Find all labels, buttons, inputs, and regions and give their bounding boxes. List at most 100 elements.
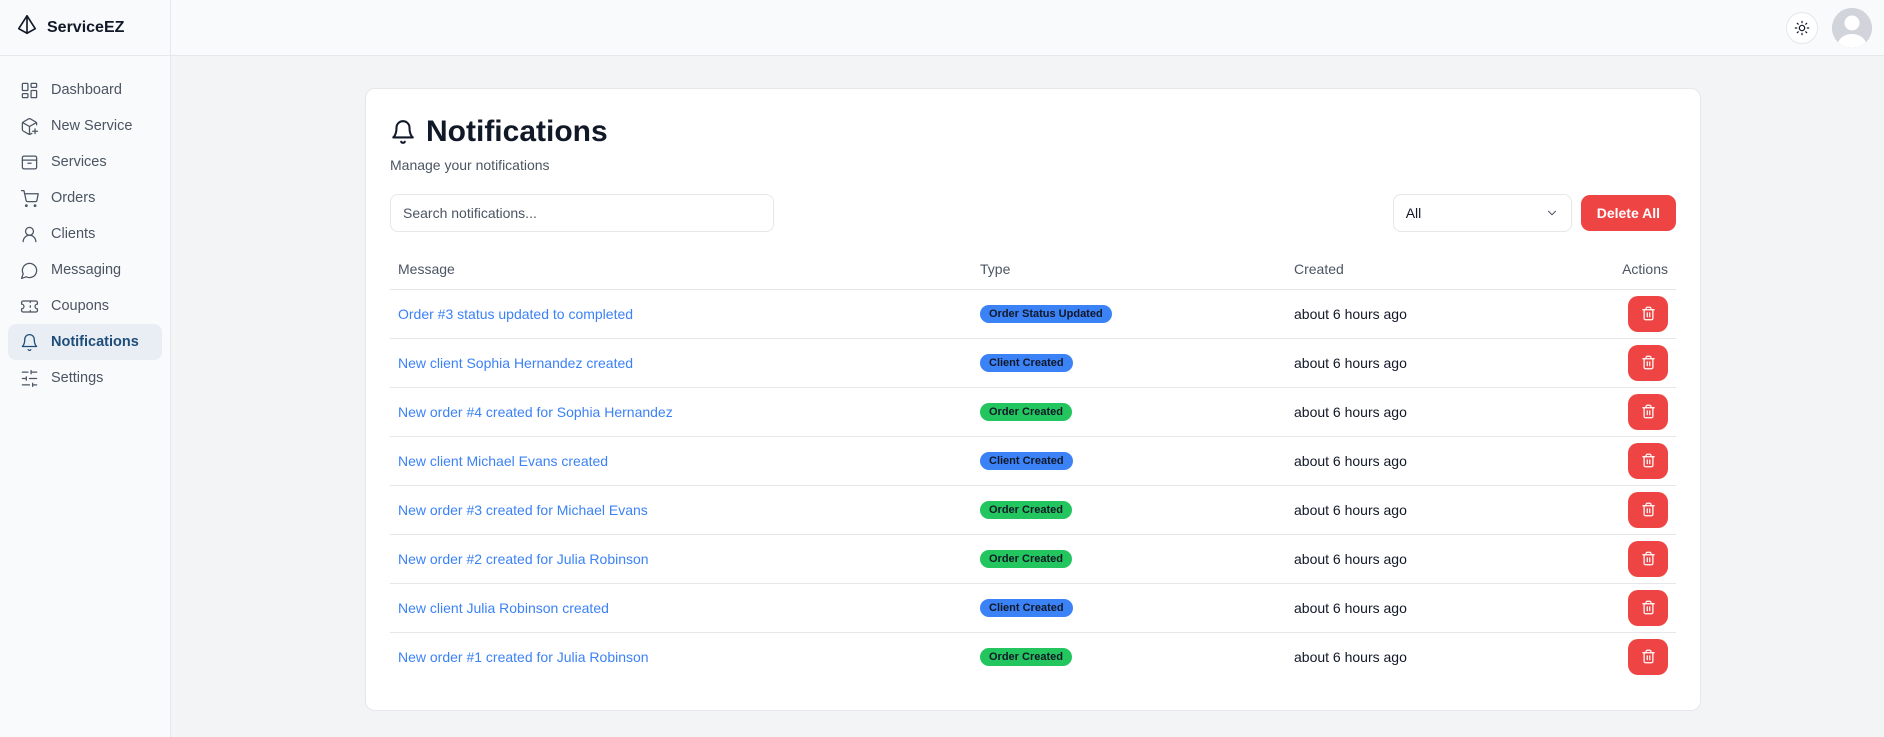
table-body: Order #3 status updated to completed Ord… xyxy=(390,289,1676,681)
page-title-row: Notifications xyxy=(390,115,1676,149)
notification-message-link[interactable]: New order #2 created for Julia Robinson xyxy=(390,534,972,584)
created-time: about 6 hours ago xyxy=(1294,648,1407,665)
brand[interactable]: ServiceEZ xyxy=(0,0,170,56)
table-row: New order #1 created for Julia Robinson … xyxy=(390,632,1676,681)
table-row: New order #2 created for Julia Robinson … xyxy=(390,534,1676,584)
delete-notification-button[interactable] xyxy=(1628,344,1668,381)
sidebar-item-new-service[interactable]: New Service xyxy=(8,108,162,144)
created-time: about 6 hours ago xyxy=(1286,583,1550,633)
column-header-type: Type xyxy=(972,249,1286,290)
notification-message-link[interactable]: New order #4 created for Sophia Hernande… xyxy=(390,387,972,437)
created-time: about 6 hours ago xyxy=(1286,338,1550,388)
type-badge: Order Created xyxy=(980,550,1072,568)
box-icon xyxy=(21,155,38,169)
notification-message-link[interactable]: New order #1 created for Julia Robinson xyxy=(390,632,972,681)
created-time: about 6 hours ago xyxy=(1286,289,1550,339)
right-controls: All Delete All xyxy=(1392,194,1676,232)
notification-message-link[interactable]: New client Michael Evans created xyxy=(390,436,972,486)
type-badge: Client Created xyxy=(980,452,1073,470)
type-filter-value: All xyxy=(1405,205,1422,221)
trash-icon xyxy=(1641,453,1655,468)
notification-message-link[interactable]: Order #3 status updated to completed xyxy=(390,289,972,339)
type-badge: Order Created xyxy=(980,648,1072,667)
sidebar-item-notifications[interactable]: Notifications xyxy=(8,324,162,360)
trash-icon xyxy=(1641,600,1655,615)
user-avatar[interactable] xyxy=(1832,7,1872,48)
trash-icon xyxy=(1641,355,1655,370)
notification-message-link[interactable]: New order #3 created for Michael Evans xyxy=(390,485,972,535)
delete-notification-button[interactable] xyxy=(1628,491,1668,528)
created-time: about 6 hours ago xyxy=(1286,534,1550,584)
delete-notification-button[interactable] xyxy=(1628,295,1668,332)
column-header-created: Created xyxy=(1286,249,1550,290)
sidebar-item-coupons[interactable]: Coupons xyxy=(8,288,162,324)
created-time: about 6 hours ago xyxy=(1286,387,1550,437)
type-badge: Client Created xyxy=(980,354,1073,372)
sidebar-item-settings[interactable]: Settings xyxy=(8,360,162,396)
message-icon xyxy=(20,262,38,279)
sidebar-item-dashboard[interactable]: Dashboard xyxy=(8,72,162,108)
page-subtitle: Manage your notifications xyxy=(390,157,550,173)
type-badge: Order Created xyxy=(980,501,1072,519)
created-time: about 6 hours ago xyxy=(1286,436,1550,486)
sidebar-item-label: Dashboard xyxy=(51,82,122,98)
table-row: New client Sophia Hernandez created Clie… xyxy=(390,338,1676,388)
sidebar-item-messaging[interactable]: Messaging xyxy=(8,252,162,288)
trash-icon xyxy=(1641,306,1655,321)
delete-notification-button[interactable] xyxy=(1628,393,1668,430)
dashboard-icon xyxy=(21,82,38,98)
sidebar-item-label: Services xyxy=(51,154,107,170)
type-badge: Order Created xyxy=(980,403,1072,421)
type-badge: Client Created xyxy=(980,599,1073,617)
sliders-icon xyxy=(21,369,38,387)
ticket-icon xyxy=(20,299,39,313)
sidebar-item-label: Notifications xyxy=(51,334,139,350)
notification-message-link[interactable]: New client Sophia Hernandez created xyxy=(390,338,972,388)
sidebar-item-services[interactable]: Services xyxy=(8,144,162,180)
sun-icon xyxy=(1794,20,1810,35)
trash-icon xyxy=(1641,649,1655,664)
notifications-card: Notifications Manage your notifications … xyxy=(365,88,1701,711)
cart-icon xyxy=(20,189,39,207)
column-header-actions: Actions xyxy=(1549,249,1676,290)
trash-icon xyxy=(1641,404,1655,419)
page-title: Notifications xyxy=(426,115,608,148)
table-row: New order #3 created for Michael Evans O… xyxy=(390,485,1676,535)
sidebar-item-label: Clients xyxy=(51,226,96,242)
sidebar-item-clients[interactable]: Clients xyxy=(8,216,162,252)
delete-all-button[interactable]: Delete All xyxy=(1580,195,1676,231)
sidebar-item-label: Orders xyxy=(51,190,96,206)
table-row: Order #3 status updated to completed Ord… xyxy=(390,289,1676,339)
logo-icon xyxy=(16,14,38,41)
delete-notification-button[interactable] xyxy=(1628,589,1668,626)
content: Notifications Manage your notifications … xyxy=(171,56,1884,711)
delete-notification-button[interactable] xyxy=(1628,442,1668,479)
sidebar-item-label: Messaging xyxy=(51,262,122,278)
app-name: ServiceEZ xyxy=(47,18,125,36)
notification-message-link[interactable]: New client Julia Robinson created xyxy=(390,583,972,633)
theme-toggle-button[interactable] xyxy=(1786,11,1818,44)
created-time: about 6 hours ago xyxy=(1286,485,1550,535)
delete-notification-button[interactable] xyxy=(1628,638,1668,675)
user-icon xyxy=(22,226,37,242)
sidebar-item-orders[interactable]: Orders xyxy=(8,180,162,216)
trash-icon xyxy=(1641,551,1655,566)
type-filter-select[interactable]: All xyxy=(1392,194,1572,232)
sidebar-item-label: Settings xyxy=(51,370,104,386)
app-root: ServiceEZ Dashboard New Service Services… xyxy=(0,0,1884,737)
table-header-row: Message Type Created Actions xyxy=(390,249,1676,290)
chevron-down-icon xyxy=(1547,210,1556,216)
table-row: New client Michael Evans created Client … xyxy=(390,436,1676,486)
sidebar: ServiceEZ Dashboard New Service Services… xyxy=(0,0,171,737)
search-input[interactable] xyxy=(390,194,774,232)
package-plus-icon xyxy=(21,117,39,135)
delete-notification-button[interactable] xyxy=(1628,540,1668,577)
sidebar-item-label: Coupons xyxy=(51,298,110,314)
table-row: New client Julia Robinson created Client… xyxy=(390,583,1676,633)
sidebar-item-label: New Service xyxy=(51,118,133,134)
bell-icon xyxy=(21,333,38,351)
topbar xyxy=(171,0,1884,56)
type-badge: Order Status Updated xyxy=(980,305,1112,323)
trash-icon xyxy=(1641,502,1655,517)
main-area: Notifications Manage your notifications … xyxy=(171,0,1884,737)
